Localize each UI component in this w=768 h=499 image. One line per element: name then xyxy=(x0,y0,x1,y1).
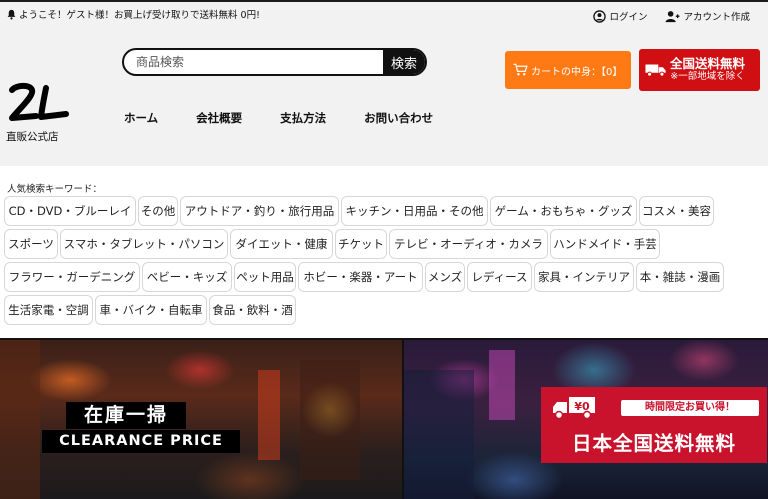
login-link[interactable]: ログイン xyxy=(593,9,647,23)
welcome-text: ようこそ！ゲスト様！お買上げ受け取りで送料無料 0円! xyxy=(19,10,260,21)
keyword-tag[interactable]: コスメ・美容 xyxy=(639,196,714,226)
free-shipping-badge: 全国送料無料 ※一部地域を除く xyxy=(639,49,760,91)
logo-text: 直販公式店 xyxy=(6,131,59,143)
user-plus-icon xyxy=(666,10,680,22)
free-shipping-note: ※一部地域を除く xyxy=(670,71,745,82)
create-account-link[interactable]: アカウント作成 xyxy=(665,9,750,23)
shipping-promo-box: ¥0 時間限定お買い得！ 日本全国送料無料 xyxy=(541,387,767,463)
keyword-tag[interactable]: メンズ xyxy=(425,262,465,292)
keyword-tag[interactable]: チケット xyxy=(335,229,387,259)
search-bar: 検索 xyxy=(122,48,427,76)
keyword-tag[interactable]: ホビー・楽器・アート xyxy=(298,262,423,292)
keyword-tag[interactable]: その他 xyxy=(138,196,178,226)
keyword-tag[interactable]: 家具・インテリア xyxy=(534,262,634,292)
nav-company[interactable]: 会社概要 xyxy=(196,110,242,126)
site-header: ようこそ！ゲスト様！お買上げ受け取りで送料無料 0円! ログイン アカウント作成… xyxy=(0,2,768,166)
street-shadow xyxy=(0,340,40,499)
shop-front xyxy=(300,360,360,480)
keyword-tag[interactable]: ペット用品 xyxy=(234,262,296,292)
cart-label: カートの中身：【0】 xyxy=(531,66,623,78)
site-logo[interactable]: 直販公式店 xyxy=(6,82,70,144)
user-circle-icon xyxy=(593,9,607,23)
search-button[interactable]: 検索 xyxy=(383,50,425,74)
keyword-tag[interactable]: ゲーム・おもちゃ・グッズ xyxy=(490,196,637,226)
clearance-title: 在庫一掃 xyxy=(66,402,186,429)
keyword-tag[interactable]: ハンドメイド・手芸 xyxy=(550,229,660,259)
free-shipping-banner[interactable]: ¥0 時間限定お買い得！ 日本全国送料無料 xyxy=(404,340,768,499)
keyword-tag[interactable]: ダイエット・健康 xyxy=(230,229,333,259)
cart-button[interactable]: カートの中身：【0】 xyxy=(505,51,631,89)
promo-main-text: 日本全国送料無料 xyxy=(571,432,736,455)
keyword-tag[interactable]: ベビー・キッズ xyxy=(142,262,232,292)
create-account-label: アカウント作成 xyxy=(683,12,750,23)
keyword-tag[interactable]: スポーツ xyxy=(4,229,58,259)
neon-sign xyxy=(489,350,515,420)
yen-zero-label: ¥0 xyxy=(574,400,590,413)
search-input[interactable] xyxy=(124,50,383,74)
truck-icon: ¥0 xyxy=(553,397,595,420)
cart-icon xyxy=(513,63,528,76)
zl-logo-mark xyxy=(9,82,69,121)
keyword-tag[interactable]: テレビ・オーディオ・カメラ xyxy=(389,229,548,259)
promo-header: ¥0 時間限定お買い得！ xyxy=(541,395,767,420)
keyword-tag[interactable]: スマホ・タブレット・パソコン xyxy=(60,229,228,259)
keyword-tag[interactable]: 本・雑誌・漫画 xyxy=(636,262,724,292)
popular-keywords-label: 人気検索キーワード： xyxy=(7,184,103,195)
welcome-message: ようこそ！ゲスト様！お買上げ受け取りで送料無料 0円! xyxy=(6,7,260,21)
keyword-tag[interactable]: 車・バイク・自転車 xyxy=(95,295,207,325)
login-label: ログイン xyxy=(609,12,648,23)
keyword-tag[interactable]: キッチン・日用品・その他 xyxy=(341,196,488,226)
keyword-tag[interactable]: レディース xyxy=(467,262,532,292)
shop-sign xyxy=(258,370,280,460)
bell-icon xyxy=(7,9,16,19)
keyword-tag[interactable]: アウトドア・釣り・旅行用品 xyxy=(180,196,339,226)
keyword-tag[interactable]: 食品・飲料・酒 xyxy=(209,295,296,325)
nav-home[interactable]: ホーム xyxy=(124,110,158,126)
nav-payment[interactable]: 支払方法 xyxy=(280,110,326,126)
free-shipping-main: 全国送料無料 xyxy=(670,56,746,71)
keyword-tag[interactable]: フラワー・ガーデニング xyxy=(4,262,140,292)
nav-contact[interactable]: お問い合わせ xyxy=(364,110,433,126)
clearance-subtitle: CLEARANCE PRICE xyxy=(42,430,240,453)
keyword-tag[interactable]: CD・DVD・ブルーレイ xyxy=(4,196,136,226)
account-links: ログイン アカウント作成 xyxy=(593,9,750,23)
building-shadow xyxy=(404,370,474,499)
main-nav: ホーム 会社概要 支払方法 お問い合わせ xyxy=(124,110,433,126)
keyword-tag[interactable]: 生活家電・空調 xyxy=(4,295,93,325)
truck-icon xyxy=(645,64,666,77)
promo-tag: 時間限定お買い得！ xyxy=(621,400,759,416)
clearance-banner[interactable]: 在庫一掃 CLEARANCE PRICE xyxy=(0,340,402,499)
